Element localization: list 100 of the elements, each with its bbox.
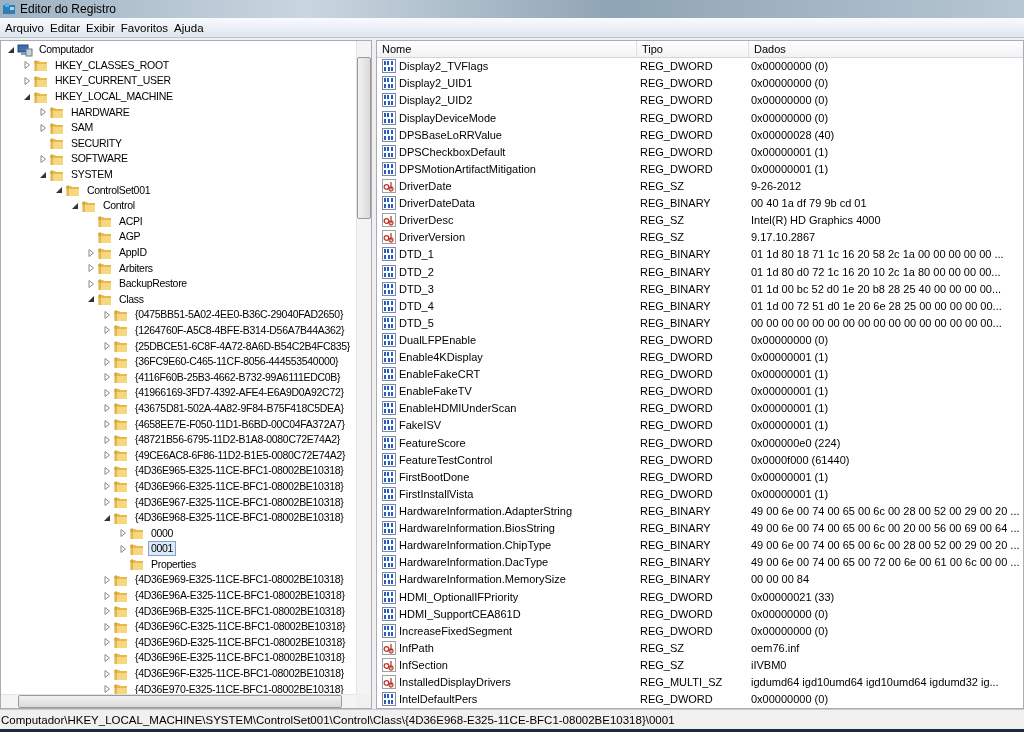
value-name[interactable]: HardwareInformation.MemorySize: [399, 573, 566, 586]
expand-triangle-icon[interactable]: [103, 482, 111, 491]
tree-item[interactable]: Arbiters: [116, 260, 156, 276]
expand-triangle-icon[interactable]: [39, 123, 47, 132]
expand-triangle-icon[interactable]: [39, 154, 47, 163]
tree-item[interactable]: HKEY_CURRENT_USER: [52, 73, 174, 89]
tree-item[interactable]: {0475BB51-5A02-4EE0-B36C-29040FAD2650}: [132, 307, 347, 323]
tree-item[interactable]: {49CE6AC8-6F86-11D2-B1E5-0080C72E74A2}: [132, 447, 349, 463]
expand-triangle-icon[interactable]: [103, 373, 111, 382]
expand-triangle-icon[interactable]: [103, 404, 111, 413]
collapse-triangle-icon[interactable]: [7, 45, 15, 54]
column-header[interactable]: Tipo: [637, 41, 749, 57]
value-name[interactable]: DualLFPEnable: [399, 333, 477, 346]
scrollbar-thumb[interactable]: [18, 695, 342, 708]
tree-item[interactable]: {4D36E966-E325-11CE-BFC1-08002BE10318}: [132, 478, 347, 494]
value-name[interactable]: HardwareInformation.BiosString: [399, 522, 555, 535]
value-name[interactable]: HardwareInformation.DacType: [399, 556, 549, 569]
expand-triangle-icon[interactable]: [87, 279, 95, 288]
tree-item[interactable]: {4116F60B-25B3-4662-B732-99A6111EDC0B}: [132, 369, 344, 385]
tree-item[interactable]: SAM: [68, 120, 96, 136]
value-name[interactable]: HardwareInformation.ChipType: [399, 539, 552, 552]
tree-item[interactable]: SECURITY: [68, 135, 125, 151]
tree-item[interactable]: {43675D81-502A-4A82-9F84-B75F418C5DEA}: [132, 400, 347, 416]
value-name[interactable]: DTD_5: [399, 316, 434, 329]
tree-item[interactable]: HKEY_CLASSES_ROOT: [52, 57, 172, 73]
tree-item[interactable]: Properties: [148, 556, 199, 572]
tree-item[interactable]: Control: [100, 198, 138, 214]
tree-item[interactable]: BackupRestore: [116, 276, 190, 292]
tree-item[interactable]: ControlSet001: [84, 182, 154, 198]
tree-item[interactable]: {4D36E968-E325-11CE-BFC1-08002BE10318}: [132, 510, 347, 526]
expand-triangle-icon[interactable]: [103, 342, 111, 351]
expand-triangle-icon[interactable]: [103, 310, 111, 319]
menu-item[interactable]: Editar: [47, 21, 84, 34]
expand-triangle-icon[interactable]: [103, 685, 111, 694]
expand-triangle-icon[interactable]: [103, 498, 111, 506]
tree-item[interactable]: {4D36E96B-E325-11CE-BFC1-08002BE10318}: [132, 603, 348, 619]
tree-item[interactable]: {4D36E96D-E325-11CE-BFC1-08002BE10318}: [132, 634, 349, 650]
value-name[interactable]: DTD_4: [399, 299, 434, 312]
tree-item[interactable]: {4D36E970-E325-11CE-BFC1-08002BE10318}: [132, 681, 347, 694]
expand-triangle-icon[interactable]: [103, 607, 111, 616]
value-name[interactable]: DPSBaseLoRRValue: [399, 128, 502, 141]
vertical-scrollbar[interactable]: [356, 41, 371, 694]
expand-triangle-icon[interactable]: [103, 420, 111, 429]
horizontal-scrollbar[interactable]: [1, 694, 356, 708]
collapse-triangle-icon[interactable]: [87, 295, 95, 304]
value-name[interactable]: Display2_UID2: [399, 94, 473, 107]
value-name[interactable]: FeatureTestControl: [399, 453, 493, 466]
collapse-triangle-icon[interactable]: [39, 170, 47, 179]
tree-item[interactable]: {25DBCE51-6C8F-4A72-8A6D-B54C2B4FC835}: [132, 338, 354, 354]
expand-triangle-icon[interactable]: [103, 622, 111, 631]
expand-triangle-icon[interactable]: [103, 653, 111, 662]
expand-triangle-icon[interactable]: [119, 529, 127, 538]
expand-triangle-icon[interactable]: [103, 388, 111, 397]
scrollbar-thumb[interactable]: [357, 57, 371, 219]
tree-item[interactable]: SOFTWARE: [68, 151, 131, 167]
collapse-triangle-icon[interactable]: [71, 201, 79, 210]
value-name[interactable]: HDMI_OptionalIFPriority: [399, 590, 519, 603]
tree-item[interactable]: HKEY_LOCAL_MACHINE: [52, 89, 176, 105]
expand-triangle-icon[interactable]: [103, 576, 111, 584]
value-name[interactable]: FirstInstallVista: [399, 487, 474, 500]
expand-triangle-icon[interactable]: [103, 466, 111, 475]
tree-item[interactable]: {41966169-3FD7-4392-AFE4-E6A9D0A92C72}: [132, 385, 347, 401]
expand-triangle-icon[interactable]: [23, 77, 31, 85]
expand-triangle-icon[interactable]: [103, 357, 111, 366]
value-name[interactable]: InfPath: [399, 641, 434, 654]
tree-item[interactable]: ACPI: [116, 213, 146, 229]
value-name[interactable]: EnableHDMIUnderScan: [399, 402, 517, 415]
menu-item[interactable]: Arquivo: [2, 21, 47, 34]
tree-item[interactable]: 0001: [148, 541, 177, 557]
expand-triangle-icon[interactable]: [103, 451, 111, 460]
value-name[interactable]: DTD_2: [399, 265, 434, 278]
value-name[interactable]: HardwareInformation.AdapterString: [399, 505, 573, 518]
tree-item[interactable]: {36FC9E60-C465-11CF-8056-444553540000}: [132, 354, 342, 370]
column-header[interactable]: Nome: [377, 41, 637, 57]
collapse-triangle-icon[interactable]: [103, 513, 111, 522]
value-name[interactable]: DPSMotionArtifactMitigation: [399, 162, 536, 175]
tree-item[interactable]: {4658EE7E-F050-11D1-B6BD-00C04FA372A7}: [132, 416, 348, 432]
tree-item[interactable]: {4D36E96A-E325-11CE-BFC1-08002BE10318}: [132, 588, 348, 604]
tree-item[interactable]: AppID: [116, 245, 150, 260]
tree-item[interactable]: {4D36E96C-E325-11CE-BFC1-08002BE10318}: [132, 619, 349, 635]
value-name[interactable]: EnableFakeTV: [399, 385, 472, 398]
tree-item[interactable]: Class: [116, 291, 147, 307]
value-name[interactable]: DriverDate: [399, 179, 452, 192]
collapse-triangle-icon[interactable]: [55, 186, 63, 195]
expand-triangle-icon[interactable]: [87, 264, 95, 273]
tree-item[interactable]: {48721B56-6795-11D2-B1A8-0080C72E74A2}: [132, 432, 343, 448]
tree-item[interactable]: 0000: [148, 525, 177, 541]
value-name[interactable]: FeatureScore: [399, 436, 466, 449]
tree-item[interactable]: SYSTEM: [68, 167, 116, 183]
expand-triangle-icon[interactable]: [103, 326, 111, 335]
value-name[interactable]: DriverDateData: [399, 197, 475, 210]
value-name[interactable]: FirstBootDone: [399, 470, 470, 483]
value-name[interactable]: InfSection: [399, 659, 448, 671]
tree-item[interactable]: {4D36E965-E325-11CE-BFC1-08002BE10318}: [132, 463, 347, 479]
expand-triangle-icon[interactable]: [103, 669, 111, 678]
expand-triangle-icon[interactable]: [39, 108, 47, 117]
tree-item[interactable]: Computador: [36, 42, 97, 58]
tree-item[interactable]: AGP: [116, 229, 144, 245]
value-name[interactable]: IncreaseFixedSegment: [399, 624, 513, 637]
column-header[interactable]: Dados: [749, 41, 1023, 57]
